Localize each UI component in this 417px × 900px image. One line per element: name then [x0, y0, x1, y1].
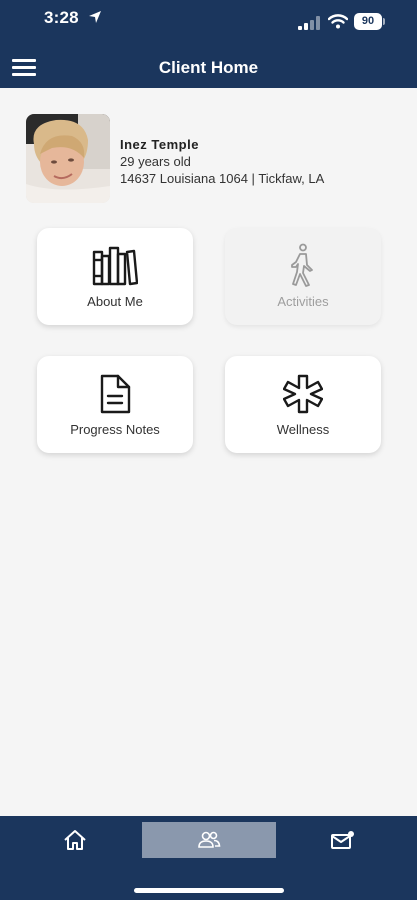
wifi-icon: [328, 14, 348, 29]
cellular-signal-icon: [298, 16, 320, 30]
client-age: 29 years old: [120, 154, 191, 169]
location-arrow-icon: [89, 11, 101, 23]
books-icon: [92, 246, 138, 286]
nav-messages[interactable]: [307, 822, 377, 858]
nav-home[interactable]: [40, 822, 110, 858]
page-title: Client Home: [158, 58, 259, 77]
activities-tile[interactable]: Activities: [225, 228, 381, 325]
asterisk-icon: [283, 374, 323, 414]
home-indicator: [134, 888, 284, 893]
client-photo: [26, 114, 110, 203]
home-icon: [64, 830, 86, 850]
wellness-label: Wellness: [276, 422, 330, 437]
mail-icon: [331, 831, 354, 849]
client-name: Inez Temple: [120, 137, 199, 152]
activities-label: Activities: [277, 294, 329, 309]
battery-level: 90: [354, 13, 382, 30]
battery-tip: [383, 18, 385, 25]
client-avatar: [26, 114, 110, 203]
nav-clients[interactable]: [142, 822, 276, 858]
client-address: 14637 Louisiana 1064 | Tickfaw, LA: [120, 171, 325, 186]
progress-notes-label: Progress Notes: [70, 422, 160, 437]
document-icon: [100, 374, 131, 414]
progress-notes-tile[interactable]: Progress Notes: [37, 356, 193, 453]
about-me-label: About Me: [87, 294, 143, 309]
status-time: 3:28: [44, 8, 79, 27]
people-icon: [198, 831, 221, 848]
app-header: 3:28 90 Client Home: [0, 0, 417, 88]
about-me-tile[interactable]: About Me: [37, 228, 193, 325]
wellness-tile[interactable]: Wellness: [225, 356, 381, 453]
walking-person-icon: [291, 243, 313, 287]
